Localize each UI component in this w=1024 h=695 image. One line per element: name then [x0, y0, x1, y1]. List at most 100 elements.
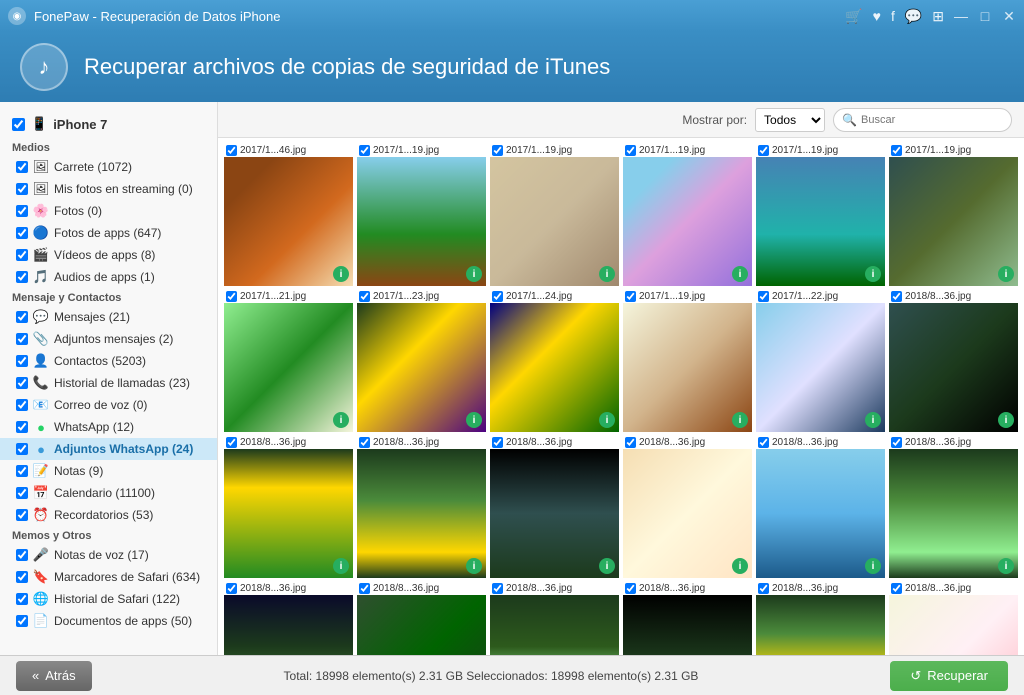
photo-checkbox[interactable] [625, 145, 636, 156]
cb-carrete[interactable] [16, 161, 28, 173]
photo-checkbox[interactable] [492, 583, 503, 594]
info-badge[interactable]: i [865, 558, 881, 574]
photo-checkbox[interactable] [226, 145, 237, 156]
sidebar-item-documentos[interactable]: 📄 Documentos de apps (50) [0, 610, 217, 632]
minimize-button[interactable]: — [954, 9, 968, 23]
photo-checkbox[interactable] [758, 291, 769, 302]
photo-item[interactable]: 2018/8...36.jpgi [889, 582, 1018, 655]
photo-item[interactable]: 2018/8...36.jpgi [889, 436, 1018, 578]
photo-checkbox[interactable] [758, 145, 769, 156]
photo-checkbox[interactable] [891, 583, 902, 594]
photo-checkbox[interactable] [226, 437, 237, 448]
cb-recordatorios[interactable] [16, 509, 28, 521]
photo-item[interactable]: 2018/8...36.jpgi [357, 582, 486, 655]
sidebar-item-recordatorios[interactable]: ⏰ Recordatorios (53) [0, 504, 217, 526]
device-checkbox[interactable] [12, 118, 25, 131]
photo-item[interactable]: 2017/1...19.jpgi [756, 144, 885, 286]
sidebar-item-whatsapp[interactable]: ● WhatsApp (12) [0, 416, 217, 438]
info-badge[interactable]: i [333, 412, 349, 428]
photo-item[interactable]: 2018/8...36.jpgi [756, 582, 885, 655]
cb-adjuntos-whatsapp[interactable] [16, 443, 28, 455]
photo-item[interactable]: 2017/1...46.jpgi [224, 144, 353, 286]
device-item[interactable]: 📱 iPhone 7 [0, 110, 217, 138]
info-badge[interactable]: i [599, 412, 615, 428]
cb-fotos[interactable] [16, 205, 28, 217]
photo-item[interactable]: 2018/8...36.jpgi [224, 582, 353, 655]
back-button[interactable]: « Atrás [16, 661, 92, 691]
photo-checkbox[interactable] [758, 437, 769, 448]
search-input[interactable] [861, 114, 1003, 126]
info-badge[interactable]: i [732, 266, 748, 282]
photo-checkbox[interactable] [492, 437, 503, 448]
photo-item[interactable]: 2018/8...36.jpgi [756, 436, 885, 578]
cb-calendario[interactable] [16, 487, 28, 499]
close-button[interactable]: ✕ [1002, 9, 1016, 23]
photo-checkbox[interactable] [891, 291, 902, 302]
info-badge[interactable]: i [466, 266, 482, 282]
photo-item[interactable]: 2018/8...36.jpgi [889, 290, 1018, 432]
cb-streaming[interactable] [16, 183, 28, 195]
sidebar-item-fotos[interactable]: 🌸 Fotos (0) [0, 200, 217, 222]
sidebar-item-adjuntos-whatsapp[interactable]: ● Adjuntos WhatsApp (24) [0, 438, 217, 460]
facebook-icon[interactable]: f [891, 8, 895, 24]
cb-notas[interactable] [16, 465, 28, 477]
filter-select[interactable]: Todos Fotos Vídeos [755, 108, 825, 132]
photo-item[interactable]: 2017/1...19.jpgi [623, 144, 752, 286]
cb-contactos[interactable] [16, 355, 28, 367]
info-badge[interactable]: i [466, 558, 482, 574]
cb-historial-safari[interactable] [16, 593, 28, 605]
info-badge[interactable]: i [599, 266, 615, 282]
grid-icon[interactable]: ⊞ [932, 8, 944, 25]
heart-icon[interactable]: ♥ [873, 8, 881, 24]
sidebar-item-carrete[interactable]: 🖼 Carrete (1072) [0, 156, 217, 178]
photo-item[interactable]: 2017/1...22.jpgi [756, 290, 885, 432]
recover-button[interactable]: ↺ Recuperar [890, 661, 1008, 691]
photo-item[interactable]: 2018/8...36.jpgi [490, 436, 619, 578]
info-badge[interactable]: i [865, 412, 881, 428]
info-badge[interactable]: i [998, 558, 1014, 574]
photo-checkbox[interactable] [359, 583, 370, 594]
photo-item[interactable]: 2017/1...24.jpgi [490, 290, 619, 432]
info-badge[interactable]: i [732, 412, 748, 428]
photo-checkbox[interactable] [492, 145, 503, 156]
photo-item[interactable]: 2018/8...36.jpgi [357, 436, 486, 578]
photo-checkbox[interactable] [891, 145, 902, 156]
photo-checkbox[interactable] [625, 583, 636, 594]
info-badge[interactable]: i [333, 558, 349, 574]
photo-checkbox[interactable] [359, 291, 370, 302]
photo-item[interactable]: 2018/8...36.jpgi [623, 436, 752, 578]
sidebar-item-notas[interactable]: 📝 Notas (9) [0, 460, 217, 482]
photo-item[interactable]: 2018/8...36.jpgi [490, 582, 619, 655]
sidebar-item-audios-apps[interactable]: 🎵 Audios de apps (1) [0, 266, 217, 288]
cart-icon[interactable]: 🛒 [845, 8, 862, 25]
cb-correo-voz[interactable] [16, 399, 28, 411]
info-badge[interactable]: i [998, 266, 1014, 282]
info-badge[interactable]: i [998, 412, 1014, 428]
photo-checkbox[interactable] [625, 437, 636, 448]
sidebar-item-contactos[interactable]: 👤 Contactos (5203) [0, 350, 217, 372]
sidebar-item-historial-safari[interactable]: 🌐 Historial de Safari (122) [0, 588, 217, 610]
sidebar-item-calendario[interactable]: 📅 Calendario (11100) [0, 482, 217, 504]
info-badge[interactable]: i [466, 412, 482, 428]
info-badge[interactable]: i [333, 266, 349, 282]
info-badge[interactable]: i [732, 558, 748, 574]
photo-checkbox[interactable] [359, 437, 370, 448]
sidebar-item-streaming[interactable]: 🖼 Mis fotos en streaming (0) [0, 178, 217, 200]
photo-item[interactable]: 2017/1...19.jpgi [889, 144, 1018, 286]
photo-checkbox[interactable] [492, 291, 503, 302]
photo-checkbox[interactable] [359, 145, 370, 156]
chat-icon[interactable]: 💬 [905, 8, 922, 25]
info-badge[interactable]: i [865, 266, 881, 282]
photo-item[interactable]: 2017/1...19.jpgi [623, 290, 752, 432]
cb-mensajes[interactable] [16, 311, 28, 323]
photo-item[interactable]: 2017/1...21.jpgi [224, 290, 353, 432]
cb-marcadores[interactable] [16, 571, 28, 583]
sidebar-item-notas-voz[interactable]: 🎤 Notas de voz (17) [0, 544, 217, 566]
photo-item[interactable]: 2017/1...19.jpgi [357, 144, 486, 286]
photo-checkbox[interactable] [226, 291, 237, 302]
sidebar-item-correo-voz[interactable]: 📧 Correo de voz (0) [0, 394, 217, 416]
photo-checkbox[interactable] [226, 583, 237, 594]
cb-fotos-apps[interactable] [16, 227, 28, 239]
sidebar-item-videos-apps[interactable]: 🎬 Vídeos de apps (8) [0, 244, 217, 266]
info-badge[interactable]: i [599, 558, 615, 574]
